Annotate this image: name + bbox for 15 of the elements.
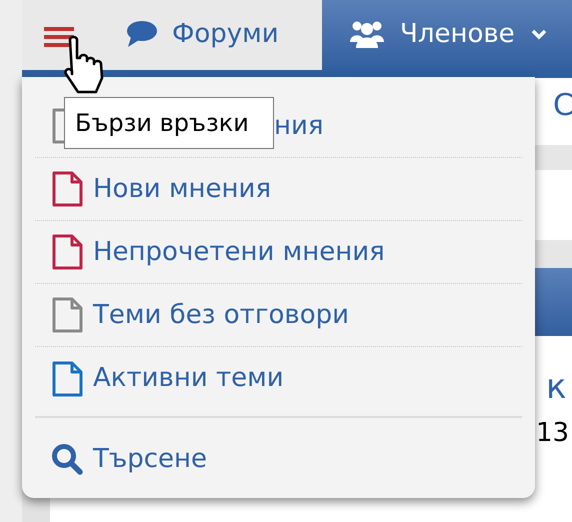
menu-link[interactable]: Теми без отговори [35,284,522,347]
menu-link[interactable]: Нови мнения [35,158,522,221]
heading-text: С [553,87,572,125]
tooltip-text: Бързи връзки [75,108,249,139]
chevron-down-icon [530,28,547,40]
title-text: к [546,366,567,409]
menu-link[interactable]: Непрочетени мнения [35,221,522,284]
menu-link[interactable]: Активни теми [35,347,522,410]
number-text: 13 [536,417,570,450]
speech-bubble-icon [126,20,158,48]
menu-link[interactable]: Търсене [35,416,522,500]
members-tab[interactable]: Членове [322,0,572,70]
group-icon [350,20,384,48]
menu-icon [44,26,74,48]
search-icon [51,443,83,475]
